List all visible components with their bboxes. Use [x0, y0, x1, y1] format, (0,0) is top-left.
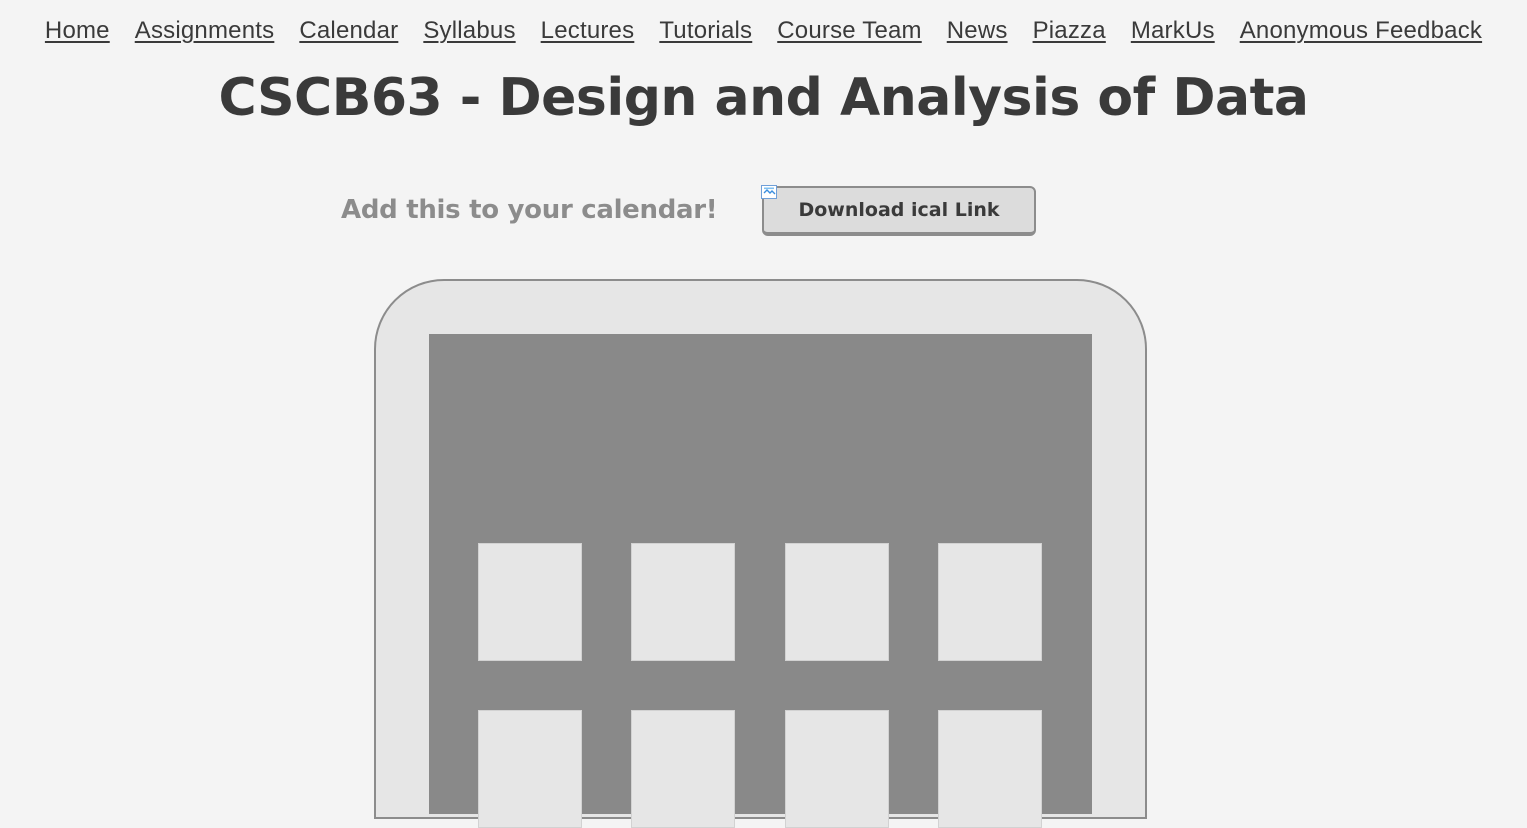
calendar-icon — [374, 279, 1147, 828]
nav-link-course-team[interactable]: Course Team — [777, 17, 922, 45]
calendar-prompt: Add this to your calendar! — [341, 195, 718, 225]
page-title: CSCB63 - Design and Analysis of Data — [218, 68, 1309, 128]
nav-link-assignments[interactable]: Assignments — [135, 17, 275, 45]
calendar-grid-cell — [785, 710, 889, 828]
nav-link-anonymous-feedback[interactable]: Anonymous Feedback — [1240, 17, 1482, 45]
nav-link-calendar[interactable]: Calendar — [299, 17, 398, 45]
calendar-subscribe-row: Add this to your calendar! Download ical… — [0, 184, 1527, 236]
calendar-grid-cell — [938, 543, 1042, 661]
nav-link-home[interactable]: Home — [45, 17, 110, 45]
nav-link-tutorials[interactable]: Tutorials — [659, 17, 752, 45]
calendar-grid-cell — [478, 710, 582, 828]
top-nav: Home Assignments Calendar Syllabus Lectu… — [0, 13, 1527, 49]
calendar-grid-cell — [478, 543, 582, 661]
nav-link-piazza[interactable]: Piazza — [1033, 17, 1106, 45]
nav-link-syllabus[interactable]: Syllabus — [423, 17, 515, 45]
broken-image-icon — [761, 184, 777, 199]
calendar-grid-cell — [631, 710, 735, 828]
nav-link-markus[interactable]: MarkUs — [1131, 17, 1215, 45]
calendar-grid-cell — [938, 710, 1042, 828]
download-ical-button[interactable]: Download ical Link — [762, 186, 1036, 236]
calendar-grid-cell — [631, 543, 735, 661]
nav-link-lectures[interactable]: Lectures — [541, 17, 635, 45]
calendar-grid-panel — [429, 334, 1092, 828]
nav-link-news[interactable]: News — [947, 17, 1008, 45]
calendar-grid-cell — [785, 543, 889, 661]
